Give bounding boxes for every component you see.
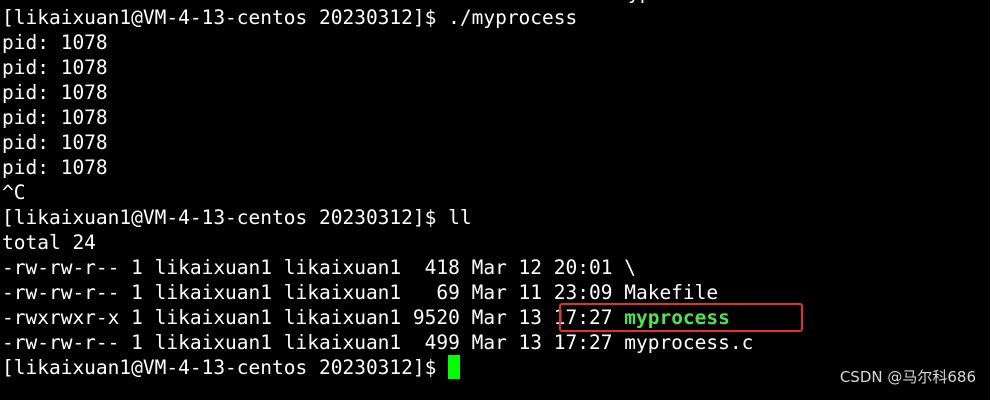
listing-row: -rw-rw-r-- 1 likaixuan1 likaixuan1 69 Ma… xyxy=(2,281,719,304)
interrupt-line: ^C xyxy=(2,181,26,204)
output-pid-line: pid: 1078 xyxy=(2,131,108,154)
output-pid-line: pid: 1078 xyxy=(2,31,108,54)
output-pid-line: pid: 1078 xyxy=(2,81,108,104)
highlight-annotation-box xyxy=(559,303,803,332)
output-pid-line: pid: 1078 xyxy=(2,56,108,79)
terminal-window[interactable]: yp [likaixuan1@VM-4-13-centos 20230312]$… xyxy=(0,0,990,400)
watermark: CSDN @马尔科686 xyxy=(839,368,976,386)
output-pid-line: pid: 1078 xyxy=(2,106,108,129)
listing-row-details: -rwxrwxr-x 1 likaixuan1 likaixuan1 9520 … xyxy=(2,306,625,329)
output-pid-line: pid: 1078 xyxy=(2,156,108,179)
listing-row: -rw-rw-r-- 1 likaixuan1 likaixuan1 418 M… xyxy=(2,256,636,279)
shell-prompt: [likaixuan1@VM-4-13-centos 20230312]$ xyxy=(2,356,449,379)
listing-total: total 24 xyxy=(2,231,96,254)
current-prompt-line[interactable]: [likaixuan1@VM-4-13-centos 20230312]$ xyxy=(2,355,461,380)
listing-row: -rw-rw-r-- 1 likaixuan1 likaixuan1 499 M… xyxy=(2,331,754,354)
command-line-ll: [likaixuan1@VM-4-13-centos 20230312]$ ll xyxy=(2,206,472,229)
text-cursor xyxy=(448,355,461,379)
command-line-run: [likaixuan1@VM-4-13-centos 20230312]$ ./… xyxy=(2,6,578,29)
previous-output-fragment: yp xyxy=(628,0,651,5)
